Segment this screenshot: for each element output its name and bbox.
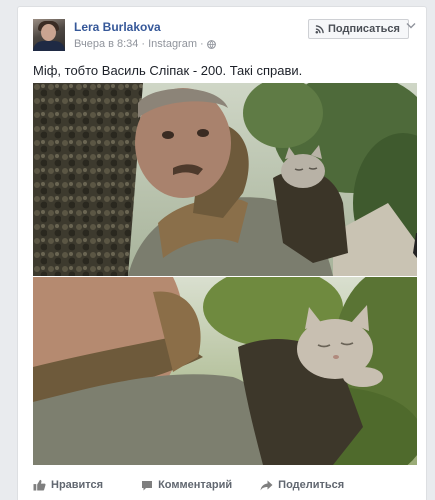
post-text: Міф, тобто Василь Сліпак - 200. Такі спр…	[33, 63, 303, 78]
post-photo-1[interactable]	[33, 83, 417, 276]
like-label: Нравится	[51, 479, 104, 491]
rss-icon	[315, 24, 324, 33]
comment-icon	[142, 480, 153, 490]
post-meta: Вчера в 8:34 · Instagram ·	[74, 38, 216, 50]
meta-separator-2: ·	[200, 38, 204, 50]
avatar-shoulders	[33, 41, 65, 51]
thumbs-up-icon	[33, 479, 46, 491]
subscribe-label: Подписаться	[328, 23, 400, 35]
share-label: Поделиться	[278, 479, 345, 491]
meta-separator: ·	[141, 38, 146, 50]
post-photo-2[interactable]	[33, 277, 417, 465]
author-avatar[interactable]	[33, 19, 65, 51]
comment-label: Комментарий	[158, 479, 233, 491]
like-button[interactable]: Нравится	[33, 479, 103, 491]
post-time[interactable]: Вчера в 8:34	[74, 38, 138, 50]
share-arrow-icon	[260, 480, 273, 490]
subscribe-button[interactable]: Подписаться	[308, 19, 409, 39]
avatar-face	[41, 24, 56, 41]
post-source[interactable]: Instagram	[148, 38, 197, 50]
photo-2-image	[33, 277, 417, 465]
post-actions: Нравится Комментарий Поделиться	[33, 479, 413, 491]
share-button[interactable]: Поделиться	[260, 479, 344, 491]
author-name[interactable]: Lera Burlakova	[74, 20, 161, 34]
post-card: Lera Burlakova Вчера в 8:34 · Instagram …	[17, 6, 427, 500]
comment-button[interactable]: Комментарий	[141, 479, 232, 491]
chevron-down-icon[interactable]	[406, 22, 416, 30]
photo-1-image	[33, 83, 417, 276]
globe-icon[interactable]	[206, 39, 216, 49]
